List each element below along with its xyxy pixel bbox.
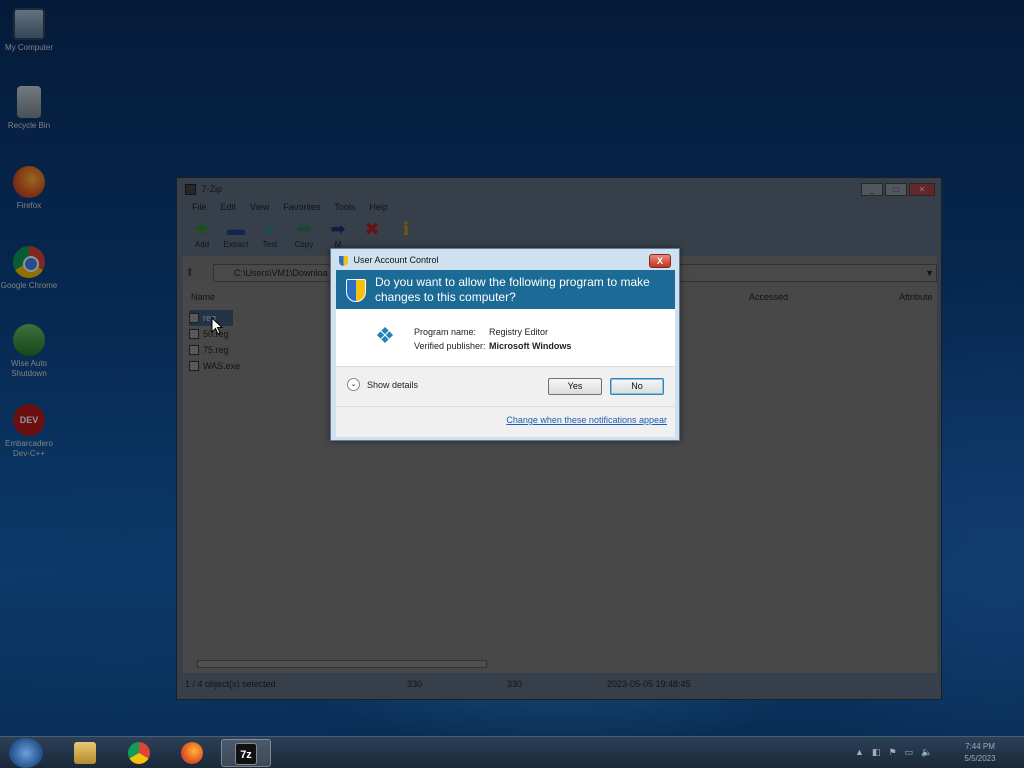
uac-question: Do you want to allow the following progr… (375, 275, 650, 304)
clock-time: 7:44 PM (965, 742, 995, 751)
notification-settings-link[interactable]: Change when these notifications appear (506, 415, 667, 425)
uac-title: User Account Control (353, 255, 439, 265)
taskbar-explorer[interactable] (60, 739, 110, 767)
start-button[interactable] (9, 738, 43, 768)
7zip-icon: 7z (235, 743, 257, 765)
program-name-value: Registry Editor (489, 327, 549, 337)
uac-banner: Do you want to allow the following progr… (336, 270, 675, 309)
publisher-value: Microsoft Windows (489, 341, 572, 351)
shield-icon (339, 255, 348, 266)
uac-title-bar: User Account Control (339, 255, 439, 266)
registry-editor-icon: ❖ (375, 323, 395, 348)
taskbar: 7z ▲ ◧ ⚑ ▭ 🔈 7:44 PM 5/5/2023 (0, 736, 1024, 768)
uac-close-button[interactable]: X (649, 254, 671, 268)
no-button[interactable]: No (610, 378, 664, 395)
uac-buttons-area: ⌄ Show details Yes No (336, 366, 675, 406)
uac-dialog: User Account Control X Do you want to al… (330, 248, 680, 441)
display-icon[interactable]: ▭ (905, 747, 914, 758)
show-details-link[interactable]: Show details (367, 380, 418, 390)
chevron-down-icon[interactable]: ⌄ (347, 378, 360, 391)
taskbar-firefox[interactable] (167, 739, 217, 767)
volume-icon[interactable]: 🔈 (921, 747, 932, 758)
action-center-icon[interactable]: ⚑ (888, 747, 896, 758)
taskbar-chrome[interactable] (114, 739, 164, 767)
system-tray: ▲ ◧ ⚑ ▭ 🔈 (855, 747, 932, 758)
clock[interactable]: 7:44 PM 5/5/2023 (955, 741, 1005, 765)
yes-button[interactable]: Yes (548, 378, 602, 395)
program-name-label: Program name: (414, 327, 477, 337)
firefox-icon (181, 742, 203, 764)
uac-program-info: ❖ Program name: Registry Editor Verified… (336, 309, 675, 366)
chrome-icon (128, 742, 150, 764)
shield-icon (346, 279, 366, 302)
mouse-cursor-icon (211, 317, 223, 335)
publisher-label: Verified publisher: (414, 341, 486, 351)
network-icon[interactable]: ◧ (872, 747, 881, 758)
folder-icon (74, 742, 96, 764)
uac-link-area: Change when these notifications appear (336, 406, 675, 437)
clock-date: 5/5/2023 (964, 754, 996, 763)
taskbar-7zip[interactable]: 7z (221, 739, 271, 767)
show-hidden-icons-icon[interactable]: ▲ (855, 747, 864, 758)
